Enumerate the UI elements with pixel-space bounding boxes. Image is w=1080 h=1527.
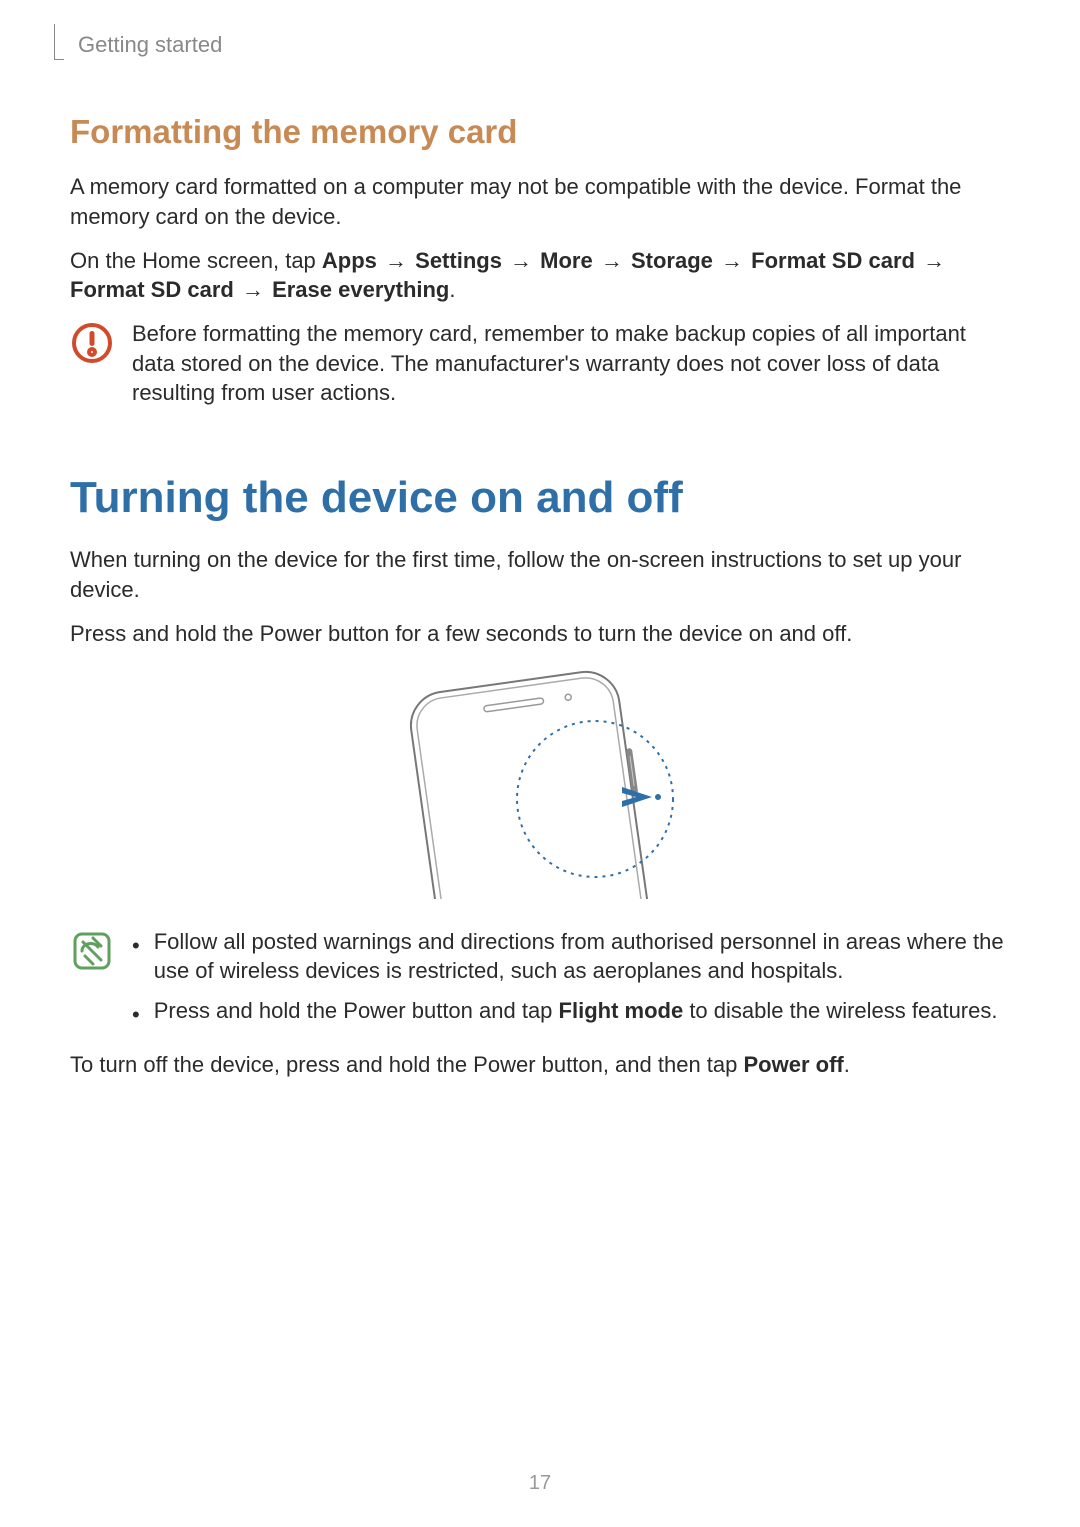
formatting-intro: A memory card formatted on a computer ma… [70, 172, 1010, 231]
heading-power: Turning the device on and off [70, 468, 1010, 527]
path-step: Erase everything [272, 277, 449, 302]
path-step: Format SD card [70, 277, 234, 302]
note-bullet-pre: Press and hold the Power button and tap [154, 998, 559, 1023]
running-header: Getting started [78, 30, 1010, 60]
formatting-path: On the Home screen, tap Apps → Settings … [70, 246, 1010, 305]
warning-text: Before formatting the memory card, remem… [132, 319, 1010, 408]
power-p1: When turning on the device for the first… [70, 545, 1010, 604]
note-bullet: • Follow all posted warnings and directi… [132, 927, 1010, 986]
arrow-icon: → [593, 248, 631, 273]
path-intro: On the Home screen, tap [70, 248, 322, 273]
bullet-icon: • [132, 927, 140, 986]
power-p2: Press and hold the Power button for a fe… [70, 619, 1010, 649]
note-bullet-post: to disable the wireless features. [683, 998, 997, 1023]
arrow-icon: → [377, 248, 415, 273]
power-off-instruction: To turn off the device, press and hold t… [70, 1050, 1010, 1080]
page-number: 17 [0, 1470, 1080, 1497]
warning-icon [70, 321, 114, 365]
power-button-figure [70, 669, 1010, 899]
warning-callout: Before formatting the memory card, remem… [70, 319, 1010, 408]
arrow-icon: → [502, 248, 540, 273]
bullet-icon: • [132, 996, 140, 1030]
arrow-icon: → [234, 277, 272, 302]
note-bullet-text: Follow all posted warnings and direction… [154, 927, 1010, 986]
note-bullet-text: Press and hold the Power button and tap … [154, 996, 998, 1030]
power-off-pre: To turn off the device, press and hold t… [70, 1052, 744, 1077]
note-callout: • Follow all posted warnings and directi… [70, 927, 1010, 1040]
header-tick-mark [54, 24, 64, 60]
power-off-post: . [844, 1052, 850, 1077]
path-step: Apps [322, 248, 377, 273]
arrow-icon: → [713, 248, 751, 273]
note-icon [70, 929, 114, 973]
note-bullet-bold: Flight mode [559, 998, 684, 1023]
power-off-bold: Power off [744, 1052, 844, 1077]
heading-formatting: Formatting the memory card [70, 110, 1010, 155]
path-step: Storage [631, 248, 713, 273]
path-step: Format SD card [751, 248, 915, 273]
note-bullet: • Press and hold the Power button and ta… [132, 996, 1010, 1030]
path-step: Settings [415, 248, 502, 273]
path-step: More [540, 248, 593, 273]
arrow-icon: → [915, 248, 947, 273]
